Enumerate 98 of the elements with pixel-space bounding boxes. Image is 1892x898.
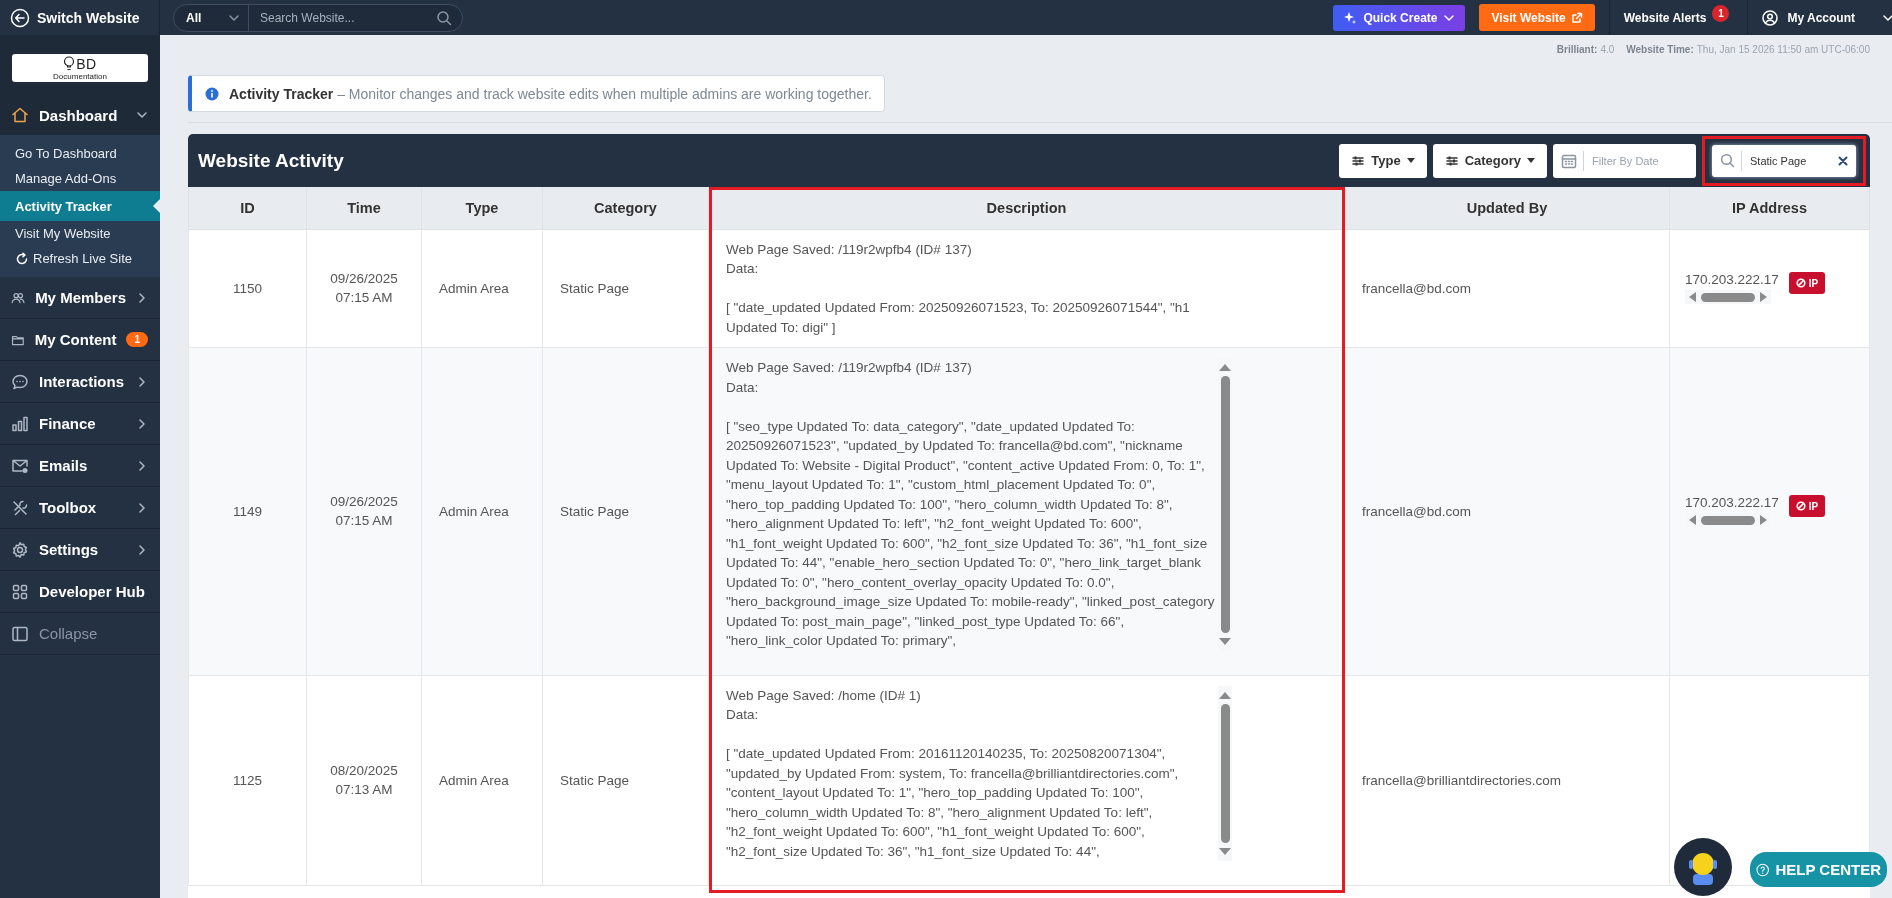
my-account-link[interactable]: My Account (1787, 10, 1855, 25)
sidebar-menu-item[interactable]: Toolbox (0, 487, 160, 529)
sidebar-menu-item[interactable]: My Content 1 (0, 319, 160, 361)
robot-icon (1674, 838, 1732, 896)
submenu-item[interactable]: Go To Dashboard (0, 141, 160, 166)
quick-create-button[interactable]: Quick Create (1333, 4, 1466, 31)
description-title: Web Page Saved: /119r2wpfb4 (ID# 137) (726, 240, 973, 259)
table-cell-text: 09/26/2025 07:15 AM (329, 270, 399, 308)
ban-icon (1795, 278, 1806, 289)
table-cell: Static Page (542, 229, 709, 348)
external-link-icon (1570, 11, 1583, 24)
description-title: Web Page Saved: /119r2wpfb4 (ID# 137) (726, 359, 973, 377)
table-cell: 1150 (188, 229, 307, 348)
help-center-button[interactable]: HELP CENTER (1750, 852, 1887, 887)
table-cell: Static Page (542, 347, 709, 675)
scope-label: All (186, 10, 202, 25)
description-label: Data: (726, 706, 760, 724)
switch-website-link[interactable]: Switch Website (37, 9, 140, 26)
submenu-item[interactable]: Refresh Live Site (0, 246, 160, 271)
sidebar-menu-item[interactable]: Collapse (0, 613, 160, 655)
description-label: Data: (726, 260, 760, 278)
date-input[interactable]: Filter By Date (1590, 153, 1688, 168)
description-data: [ "date_updated Updated From: 20250926071523, To: 20250926071544", "h1 Updated To: digi" ] (726, 299, 1191, 337)
section-title: Website Activity (198, 149, 344, 172)
search-icon (1720, 153, 1735, 168)
meta-value: 4.0 (1600, 44, 1615, 55)
submenu-item[interactable]: Activity Tracker (0, 191, 160, 221)
count-badge: 1 (126, 332, 148, 347)
logo-text: BD (76, 57, 97, 71)
close-icon (1838, 155, 1848, 166)
table-cell-text: 08/20/2025 07:13 AM (329, 762, 399, 800)
block-ip-button[interactable]: IP (1788, 272, 1826, 295)
table-cell: 1149 (188, 347, 307, 675)
block-ip-button[interactable]: IP (1788, 495, 1826, 518)
column-header: IP Address (1669, 187, 1870, 229)
website-search[interactable]: All Search Website... (173, 3, 463, 32)
scrollbar[interactable] (1218, 685, 1232, 861)
meta-label: Brilliant: (1556, 44, 1598, 55)
lightbulb-icon (63, 55, 76, 73)
column-header: Updated By (1344, 187, 1670, 229)
search-input[interactable]: Search Website... (249, 9, 436, 26)
panel-icon (11, 624, 29, 643)
table-cell-text: 09/26/2025 07:15 AM (329, 493, 399, 531)
grid-icon (11, 582, 29, 601)
search-icon (436, 9, 452, 26)
submenu-item[interactable]: Manage Add-Ons (0, 166, 160, 191)
meta-value: Thu, Jan 15 2026 11:50 am UTC-06:00 (1696, 44, 1870, 55)
tools-icon (11, 498, 29, 517)
column-header: ID (188, 187, 307, 229)
ip-address: 170.203.222.17 (1685, 272, 1779, 288)
description-title: Web Page Saved: /home (ID# 1) (726, 686, 922, 705)
column-header: Type (421, 187, 543, 229)
info-text: Activity Tracker – Monitor changes and track website edits when multiple admins are working together. (229, 85, 872, 102)
description-data: [ "date_updated Updated From: 20161120140235, To: 20250820071304", "updated_by Updated From: system, To: francella@brilliantdirectories.com", "content_layout Updated To: 1", "hero_top_padding Updated To: 100", "hero_column_width Updated To: 8", "hero_alignment Updated To: left", "h2_font_weight Updated To: 600", "h1_font_weight Updated To: 600", "h2_font_size Updated To: 36", "h1_font_size Updated To: 44", (726, 745, 1180, 861)
submenu-item[interactable]: Visit My Website (0, 221, 160, 246)
table-cell: francella@brilliantdirectories.com (1344, 675, 1670, 886)
calendar-icon (1561, 152, 1577, 169)
settings-icon (11, 540, 29, 559)
info-icon (205, 86, 219, 101)
filter-dropdown[interactable]: Category (1432, 143, 1547, 178)
table-cell: Static Page (542, 675, 709, 886)
sidebar-menu-item[interactable]: Interactions (0, 361, 160, 403)
filter-dropdown[interactable]: Type (1339, 143, 1427, 178)
description-label: Data: (726, 378, 760, 397)
scrollbar[interactable] (1685, 290, 1771, 305)
chat-icon (11, 372, 29, 391)
meta-label: Website Time: (1626, 44, 1694, 55)
sidebar-menu-item[interactable]: Finance (0, 403, 160, 445)
ip-address: 170.203.222.17 (1685, 495, 1779, 511)
sidebar-menu-item[interactable]: Developer Hub (0, 571, 160, 613)
sidebar-menu-item[interactable]: Settings (0, 529, 160, 571)
search-input[interactable]: Static Page (1748, 153, 1832, 168)
table-cell: francella@bd.com (1344, 347, 1670, 675)
column-header: Time (306, 187, 422, 229)
sparkle-icon (1343, 10, 1358, 25)
website-alerts-link[interactable]: Website Alerts (1623, 10, 1707, 25)
search-field[interactable]: Static Page (1712, 144, 1856, 177)
ban-icon (1795, 501, 1806, 512)
logo-subtitle: Documentation (53, 73, 107, 81)
description-data: [ "seo_type Updated To: data_category", "date_updated Updated To: 20250926071523", "updated_by Updated To: francella@bd.com", "nickname Updated To: Website - Digital Product", "content_active Updated From: 0, To: 1", "menu_layout Updated To: 1", "custom_html_placement Updated To: 0", "hero_top_padding Updated To: 100", "hero_column_width Updated To: 8", "hero_alignment Updated To: left", "h2_font_weight Updated To: 600", "h1_font_weight Updated To: 600", "h2_font_size Updated To: 36", "h1_font_size Updated To: 44", "enable_hero_section Updated To: 0", "hero_link_target_blank Updated To: 0", "hero_content_overlay_opacity Updated To: 0.0", "hero_background_image_size Updated To: mobile-ready", "linked_post_category Updated To: post_main_page", "linked_post_type Updated To: 66", "hero_link_color Updated To: primary", (726, 417, 1216, 650)
date-filter-field[interactable]: Filter By Date (1553, 143, 1696, 178)
table-cell: francella@bd.com (1344, 229, 1670, 348)
home-icon (11, 106, 29, 124)
sidebar-menu-item[interactable]: My Members (0, 277, 160, 319)
table-cell: 1125 (188, 675, 307, 886)
alert-count-badge: 1 (1712, 5, 1730, 22)
bar-chart-icon (11, 414, 29, 433)
caret-icon (1527, 157, 1535, 164)
scope-dropdown[interactable]: All (174, 4, 249, 31)
user-icon (1762, 9, 1779, 26)
column-header: Category (542, 187, 709, 229)
caret-icon (1406, 157, 1415, 164)
table-cell: Admin Area (421, 347, 543, 675)
table-cell: Admin Area (421, 675, 543, 886)
sidebar-menu-item[interactable]: Emails (0, 445, 160, 487)
refresh-icon (15, 251, 29, 266)
table-cell: Admin Area (421, 229, 543, 348)
sidebar-menu-item[interactable]: Dashboard (0, 95, 160, 135)
